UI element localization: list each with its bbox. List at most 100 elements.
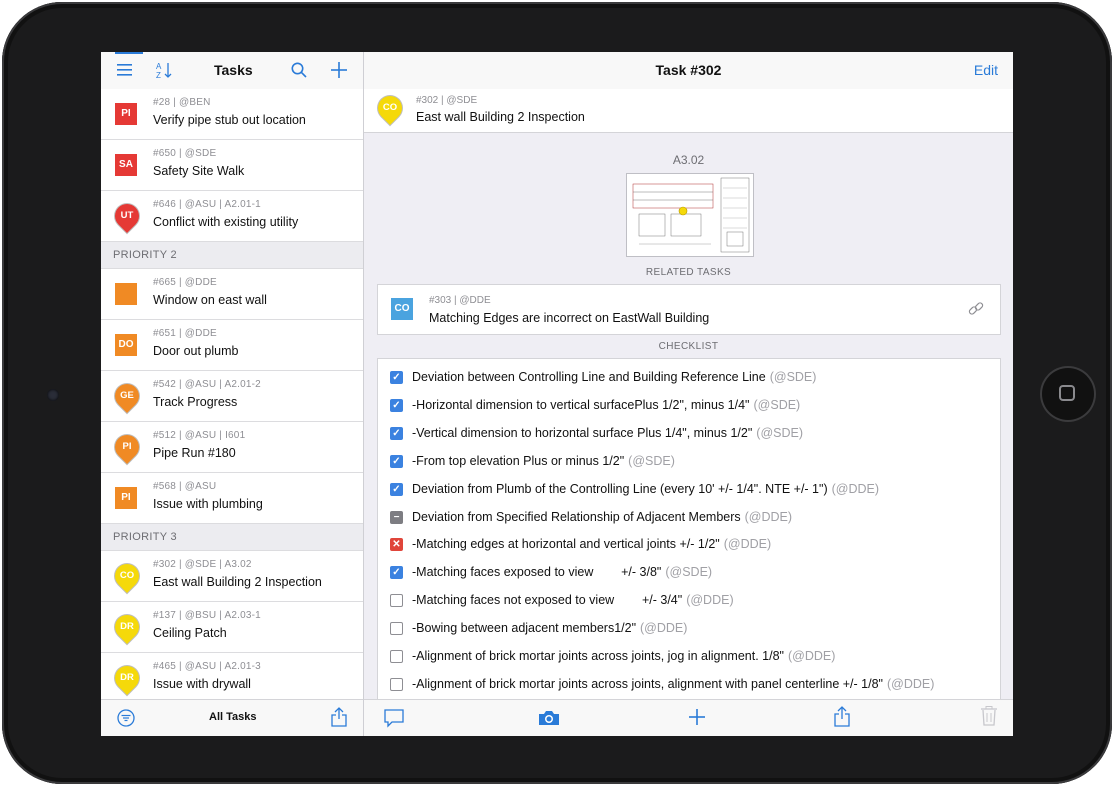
share-task-icon[interactable]: [834, 706, 850, 730]
checkbox-checked[interactable]: ✓: [390, 371, 403, 384]
task-pin-marker: UT: [110, 199, 144, 233]
checklist-item-label: -Alignment of brick mortar joints across…: [412, 676, 883, 691]
checklist-item-assignee: (@SDE): [769, 370, 817, 384]
task-row-meta: #542 | @ASU | A2.01-2: [153, 379, 261, 390]
task-detail-title: Task #302: [655, 62, 722, 78]
task-row-meta: #28 | @BEN: [153, 97, 211, 108]
checkbox-failed[interactable]: ✕: [390, 538, 403, 552]
task-row[interactable]: PI #512 | @ASU | I601 Pipe Run #180: [101, 422, 363, 473]
home-button[interactable]: [1042, 368, 1094, 420]
task-row-title: Issue with drywall: [153, 677, 251, 691]
task-row-title: East wall Building 2 Inspection: [153, 575, 322, 589]
drawing-thumbnail[interactable]: [626, 173, 754, 257]
checkbox-checked[interactable]: ✓: [390, 426, 403, 440]
task-row-title: Issue with plumbing: [153, 497, 263, 511]
task-row-meta: #651 | @DDE: [153, 328, 217, 339]
checklist-item-label: Deviation from Specified Relationship of…: [412, 509, 741, 524]
task-row-meta: #665 | @DDE: [153, 277, 217, 288]
link-icon[interactable]: [968, 301, 984, 322]
checklist-item-text: -Matching faces exposed to view +/- 3/8"…: [412, 565, 712, 579]
checkbox-empty[interactable]: [390, 650, 403, 663]
task-marker-code: GE: [120, 390, 134, 401]
task-row-meta: #650 | @SDE: [153, 148, 217, 159]
checklist-item-assignee: (@SDE): [756, 425, 804, 440]
edit-button[interactable]: Edit: [974, 62, 998, 78]
checklist-item-assignee: (@DDE): [886, 676, 935, 691]
sort-az-icon[interactable]: AZ: [156, 61, 172, 82]
all-tasks-label[interactable]: All Tasks: [209, 711, 257, 723]
task-list[interactable]: PI #28 | @BEN Verify pipe stub out locatio…: [101, 89, 363, 699]
menu-icon[interactable]: [117, 62, 132, 80]
checklist-item-label: -Alignment of brick mortar joints across…: [412, 649, 784, 663]
task-row-title: Safety Site Walk: [153, 164, 245, 178]
checklist-item-assignee: (@DDE): [787, 649, 836, 663]
task-row[interactable]: UT #646 | @ASU | A2.01-1 Conflict with exi…: [101, 191, 363, 242]
task-marker-code: PI: [122, 441, 132, 452]
task-pin-marker: PI: [110, 430, 144, 464]
task-square-marker: PI: [115, 103, 137, 125]
task-row[interactable]: PI #28 | @BEN Verify pipe stub out locatio…: [101, 89, 363, 140]
checklist-item-text: -Horizontal dimension to vertical surfac…: [412, 398, 800, 412]
task-list-toolbar: All Tasks: [101, 699, 363, 736]
checklist-item-label: -Matching faces exposed to view +/- 3/8": [412, 565, 662, 580]
checkbox-checked[interactable]: ✓: [390, 454, 403, 468]
checklist-item-label: -Matching edges at horizontal and vertic…: [412, 537, 720, 552]
checklist-item-label: -Horizontal dimension to vertical surfac…: [412, 397, 750, 412]
checkbox-empty[interactable]: [390, 677, 403, 691]
checkbox-mixed[interactable]: −: [390, 510, 403, 524]
section-priority-3: PRIORITY 3: [101, 524, 363, 551]
task-marker-code: CO: [119, 570, 135, 581]
related-task-title: Matching Edges are incorrect on EastWall…: [429, 311, 710, 325]
checklist-item-text: -Alignment of brick mortar joints across…: [412, 677, 934, 691]
checkbox-checked[interactable]: ✓: [390, 398, 403, 412]
checklist-item-text: -Matching faces not exposed to view +/- …: [412, 593, 734, 607]
task-row-title: Pipe Run #180: [153, 446, 236, 460]
checklist-item-text: -Matching edges at horizontal and vertic…: [412, 537, 771, 551]
share-list-icon[interactable]: [331, 707, 347, 730]
checklist-item-label: -Bowing between adjacent members1/2": [412, 621, 637, 636]
task-row-meta: #568 | @ASU: [153, 481, 217, 492]
checkbox-checked[interactable]: ✓: [390, 482, 403, 496]
task-header: CO #302 | @SDE East wall Building 2 Insp…: [364, 89, 1013, 133]
svg-text:Z: Z: [156, 71, 161, 79]
task-row[interactable]: CO #302 | @SDE | A3.02 East wall Building …: [101, 551, 363, 602]
task-row-title: Track Progress: [153, 395, 238, 409]
task-row-title: Door out plumb: [153, 344, 239, 358]
trash-icon[interactable]: [981, 706, 997, 729]
comment-icon[interactable]: [384, 708, 404, 731]
checklist-item-assignee: (@SDE): [628, 453, 675, 468]
add-task-icon[interactable]: [331, 62, 347, 81]
task-pin-marker: GE: [110, 379, 144, 413]
task-meta: #302 | @SDE: [416, 95, 478, 106]
task-row[interactable]: DO #651 | @DDE Door out plumb: [101, 320, 363, 371]
add-item-icon[interactable]: [689, 709, 705, 728]
sheet-label: A3.02: [672, 153, 705, 167]
task-detail-navbar: Task #302 Edit: [364, 52, 1013, 90]
progress-indicator: [115, 52, 143, 54]
task-row-meta: #302 | @SDE | A3.02: [153, 559, 252, 570]
camera-icon[interactable]: [538, 710, 560, 729]
filter-icon[interactable]: [117, 709, 135, 730]
task-row[interactable]: PI #568 | @ASU Issue with plumbing: [101, 473, 363, 524]
checklist-item-assignee: (@DDE): [831, 481, 880, 496]
task-title: East wall Building 2 Inspection: [416, 110, 585, 124]
checklist-item-assignee: (@DDE): [744, 509, 793, 524]
checkbox-empty[interactable]: [390, 622, 403, 636]
task-row-title: Verify pipe stub out location: [153, 113, 306, 127]
task-row-title: Conflict with existing utility: [153, 215, 299, 229]
task-marker-code: UT: [120, 210, 134, 221]
task-row[interactable]: DR #137 | @BSU | A2.03-1 Ceiling Patch: [101, 602, 363, 653]
checkbox-checked[interactable]: ✓: [390, 566, 403, 580]
checkbox-empty[interactable]: [390, 594, 403, 608]
task-row[interactable]: DR #465 | @ASU | A2.01-3 Issue with drywal…: [101, 653, 363, 699]
checklist-item-label: Deviation from Plumb of the Controlling …: [412, 481, 828, 496]
task-row[interactable]: SA #650 | @SDE Safety Site Walk: [101, 140, 363, 191]
checklist-item-assignee: (@DDE): [640, 621, 688, 636]
task-row[interactable]: #665 | @DDE Window on east wall: [101, 269, 363, 320]
task-square-marker: PI: [115, 487, 137, 509]
task-row-meta: #646 | @ASU | A2.01-1: [153, 199, 261, 210]
svg-text:A: A: [156, 62, 162, 71]
search-icon[interactable]: [291, 62, 307, 81]
task-row[interactable]: GE #542 | @ASU | A2.01-2 Track Progress: [101, 371, 363, 422]
related-task-card[interactable]: CO #303 | @DDE Matching Edges are incorr…: [377, 284, 1001, 335]
